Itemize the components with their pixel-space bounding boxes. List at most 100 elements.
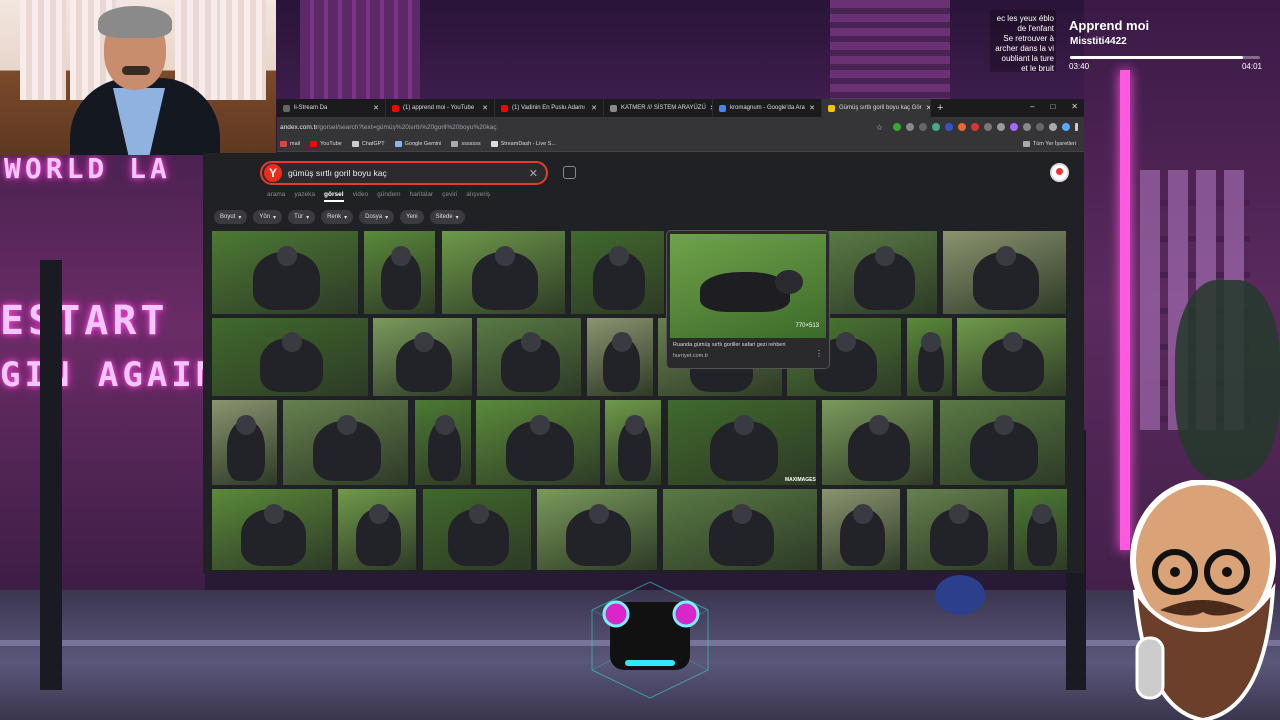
close-icon[interactable]: ✕ [529,167,538,180]
extension-icon[interactable] [1010,123,1018,131]
filter-yeni[interactable]: Yeni [400,210,424,224]
image-result[interactable] [822,489,900,570]
tab-ceviri[interactable]: çeviri [442,191,457,202]
extension-icon[interactable] [945,123,953,131]
image-result[interactable] [587,318,653,396]
gorilla-head [529,415,550,436]
image-result[interactable] [373,318,472,396]
tab[interactable]: KATMER /// SİSTEM ARAYÜZÜ✕ [604,99,713,117]
extension-icon[interactable] [919,123,927,131]
filter-yon[interactable]: Yön ▾ [253,210,283,224]
filter-dosya[interactable]: Dosya ▾ [359,210,395,224]
tab-arama[interactable]: arama [267,191,285,202]
filter-label: Dosya [365,214,383,220]
tab[interactable]: (1) Vadinin En Puslu Adamı ✕ [495,99,604,117]
close-icon[interactable]: ✕ [482,104,488,112]
extension-icon[interactable] [893,123,901,131]
image-preview-card[interactable]: 770×513 Ruanda gümüş sırtlı goriller saf… [667,231,829,368]
close-icon[interactable]: ✕ [373,104,379,112]
image-result[interactable] [212,400,277,485]
image-result[interactable] [940,400,1065,485]
image-result[interactable] [415,400,471,485]
all-bookmarks[interactable]: Tüm Yer İşaretleri [1022,141,1076,147]
extension-icon[interactable] [984,123,992,131]
bookmark[interactable]: mail [280,141,300,147]
image-result[interactable] [957,318,1066,396]
tab-alisveris[interactable]: alışveriş [466,191,490,202]
bookmark[interactable]: StreamDash - Live S... [490,141,556,147]
bookmark[interactable]: Google Gemini [394,141,441,147]
tab-gorsel[interactable]: görsel [324,191,344,202]
maximize-button[interactable]: □ [1050,102,1055,111]
album-art: ec les yeux éblo de l'enfant Se retrouve… [990,10,1056,73]
tab[interactable]: li-Stream Da ✕ [277,99,386,117]
image-result[interactable] [477,318,581,396]
bookmark[interactable]: sssssss [451,141,481,147]
download-icon[interactable] [1049,123,1057,131]
extension-icon[interactable] [1023,123,1031,131]
tab-video[interactable]: video [353,191,369,202]
extension-icon[interactable] [1036,123,1044,131]
image-title[interactable]: Ruanda gümüş sırtlı goriller safari gezi… [673,342,823,348]
address-bar[interactable]: andex.com.tr/gorsel/search?text=gümüş%20… [277,117,1084,137]
bookmark[interactable]: YouTube [310,141,342,147]
image-result[interactable] [283,400,408,485]
tab-active[interactable]: Gümüş sırtlı goril boyu kaç Gör ✕ [822,99,931,117]
menu-icon[interactable] [1075,123,1078,131]
image-result[interactable] [212,489,332,570]
image-result[interactable] [212,318,368,396]
image-result[interactable] [476,400,600,485]
star-icon[interactable]: ☆ [876,123,883,132]
image-result[interactable] [364,231,435,314]
tab-yazeka[interactable]: yazeka [294,191,315,202]
new-tab-button[interactable]: + [931,102,949,114]
filter-sitede[interactable]: Sitede ▾ [429,210,465,224]
tab[interactable]: (1) apprend moi - YouTube ✕ [386,99,495,117]
url-field[interactable]: andex.com.tr/gorsel/search?text=gümüş%20… [280,124,876,131]
image-result[interactable] [442,231,565,314]
tab[interactable]: kromagnum - Google'da Ara ✕ [713,99,822,117]
search-input[interactable]: Y gümüş sırtlı goril boyu kaç ✕ [260,161,548,185]
bookmark[interactable]: ChatGPT [351,141,385,147]
avatar[interactable] [1050,163,1069,182]
more-options-icon[interactable]: ⋮ [815,349,823,358]
minimize-button[interactable]: – [1030,102,1034,111]
image-result[interactable] [668,400,816,485]
extension-icon[interactable] [932,123,940,131]
filter-tur[interactable]: Tür ▾ [288,210,316,224]
bookmark-icon [310,141,318,147]
image-result[interactable] [423,489,531,570]
search-query[interactable]: gümüş sırtlı goril boyu kaç [288,168,529,178]
person-hair [98,6,172,38]
image-result[interactable] [907,318,952,396]
tab-gundem[interactable]: gündem [377,191,401,202]
image-result[interactable] [537,489,657,570]
image-result[interactable] [663,489,817,570]
image-result[interactable] [605,400,661,485]
download-icon[interactable] [906,123,914,131]
image-result[interactable] [212,231,358,314]
image-result[interactable] [571,231,664,314]
gorilla-head [733,415,754,436]
extension-icon[interactable] [971,123,979,131]
camera-lens-icon[interactable] [563,166,576,179]
chevron-down-icon: ▾ [344,214,348,221]
tab-haritalar[interactable]: haritalar [410,191,433,202]
image-result[interactable] [829,231,937,314]
image-result[interactable] [338,489,416,570]
yandex-logo[interactable]: Y [264,164,282,182]
extension-icon[interactable] [1062,123,1070,131]
image-source[interactable]: hurriyet.com.tr [673,353,708,359]
extension-icon[interactable] [997,123,1005,131]
close-window-button[interactable]: ✕ [1071,102,1078,111]
image-result[interactable] [943,231,1066,314]
image-result[interactable] [907,489,1008,570]
close-icon[interactable]: ✕ [591,104,597,112]
extension-icon[interactable] [958,123,966,131]
close-icon[interactable]: ✕ [809,104,815,112]
tab-favicon [719,104,726,112]
filter-renk[interactable]: Renk ▾ [321,210,354,224]
filter-boyut[interactable]: Boyut ▾ [214,210,248,224]
image-result[interactable] [1014,489,1067,570]
image-result[interactable] [822,400,933,485]
